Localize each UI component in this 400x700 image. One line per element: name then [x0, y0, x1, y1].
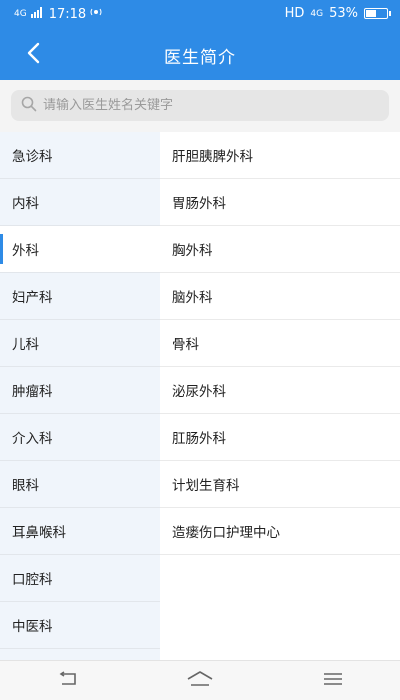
department-item[interactable]: 急诊科 [0, 132, 160, 179]
department-item[interactable]: 儿科 [0, 320, 160, 367]
network-type-left: 4G [14, 9, 27, 19]
header-bar: 医生简介 [0, 30, 400, 80]
department-label: 耳鼻喉科 [12, 525, 66, 541]
department-item[interactable]: 肿瘤科 [0, 367, 160, 414]
sub-department-list: 肝胆胰脾外科 胃肠外科 胸外科 脑外科 骨科 泌尿外科 肛肠外科 计划生育科 造… [160, 132, 400, 660]
system-menu-icon [323, 671, 343, 690]
department-list: 急诊科 内科 外科 妇产科 儿科 肿瘤科 介入科 眼科 耳鼻喉科 口腔科 中医科 [0, 132, 160, 660]
sub-department-item[interactable]: 脑外科 [160, 273, 400, 320]
sub-department-item[interactable]: 泌尿外科 [160, 367, 400, 414]
clock: 17:18 [48, 6, 87, 22]
network-type-right: 4G [310, 8, 324, 19]
department-label: 中医科 [12, 619, 53, 635]
sub-department-item[interactable]: 骨科 [160, 320, 400, 367]
search-input[interactable] [43, 98, 373, 113]
sub-department-label: 计划生育科 [172, 478, 240, 494]
sub-department-label: 肝胆胰脾外科 [172, 149, 253, 165]
sub-department-label: 胃肠外科 [172, 196, 226, 212]
sub-department-label: 骨科 [172, 337, 199, 353]
department-item[interactable]: 中医科 [0, 602, 160, 649]
sub-department-label: 胸外科 [172, 243, 213, 259]
sub-department-item[interactable]: 胃肠外科 [160, 179, 400, 226]
system-home-button[interactable] [175, 666, 225, 696]
department-label: 儿科 [12, 337, 39, 353]
system-back-button[interactable] [42, 666, 92, 696]
system-nav-bar [0, 660, 400, 700]
department-item[interactable]: 妇产科 [0, 273, 160, 320]
department-label: 眼科 [12, 478, 39, 494]
sub-department-item[interactable]: 胸外科 [160, 226, 400, 273]
department-label: 急诊科 [12, 149, 53, 165]
department-label: 介入科 [12, 431, 53, 447]
department-item[interactable]: 耳鼻喉科 [0, 508, 160, 555]
battery-fill [366, 10, 376, 17]
sub-department-item[interactable]: 肝胆胰脾外科 [160, 132, 400, 179]
wifi-calling-icon [90, 6, 102, 22]
department-label: 内科 [12, 196, 39, 212]
department-label: 外科 [12, 243, 39, 259]
department-item[interactable]: 外科 [0, 226, 160, 273]
sub-department-item[interactable]: 计划生育科 [160, 461, 400, 508]
system-menu-button[interactable] [308, 666, 358, 696]
sub-department-item[interactable]: 造瘘伤口护理中心 [160, 508, 400, 555]
sub-department-label: 泌尿外科 [172, 384, 226, 400]
status-right: HD 4G 53% [284, 6, 391, 21]
department-item[interactable]: 眼科 [0, 461, 160, 508]
department-label: 口腔科 [12, 572, 53, 588]
department-label: 肿瘤科 [12, 384, 53, 400]
battery-icon [364, 8, 391, 19]
status-bar: 4G 17:18 HD 4G 53% [0, 0, 400, 30]
department-label: 妇产科 [12, 290, 53, 306]
sub-department-label: 脑外科 [172, 290, 213, 306]
status-left: 4G 17:18 [14, 6, 102, 22]
sub-department-item[interactable]: 肛肠外科 [160, 414, 400, 461]
search-box[interactable] [11, 90, 389, 121]
search-area [0, 80, 400, 132]
department-item[interactable]: 介入科 [0, 414, 160, 461]
department-item[interactable]: 口腔科 [0, 555, 160, 602]
page-title: 医生简介 [164, 48, 236, 68]
signal-icon [30, 6, 45, 22]
system-back-icon [56, 670, 78, 691]
system-home-icon [186, 670, 214, 692]
hd-indicator: HD [284, 6, 305, 21]
battery-percent: 53% [329, 6, 358, 21]
search-icon [21, 96, 37, 116]
department-item[interactable]: 内科 [0, 179, 160, 226]
sub-department-label: 造瘘伤口护理中心 [172, 525, 280, 541]
sub-department-label: 肛肠外科 [172, 431, 226, 447]
